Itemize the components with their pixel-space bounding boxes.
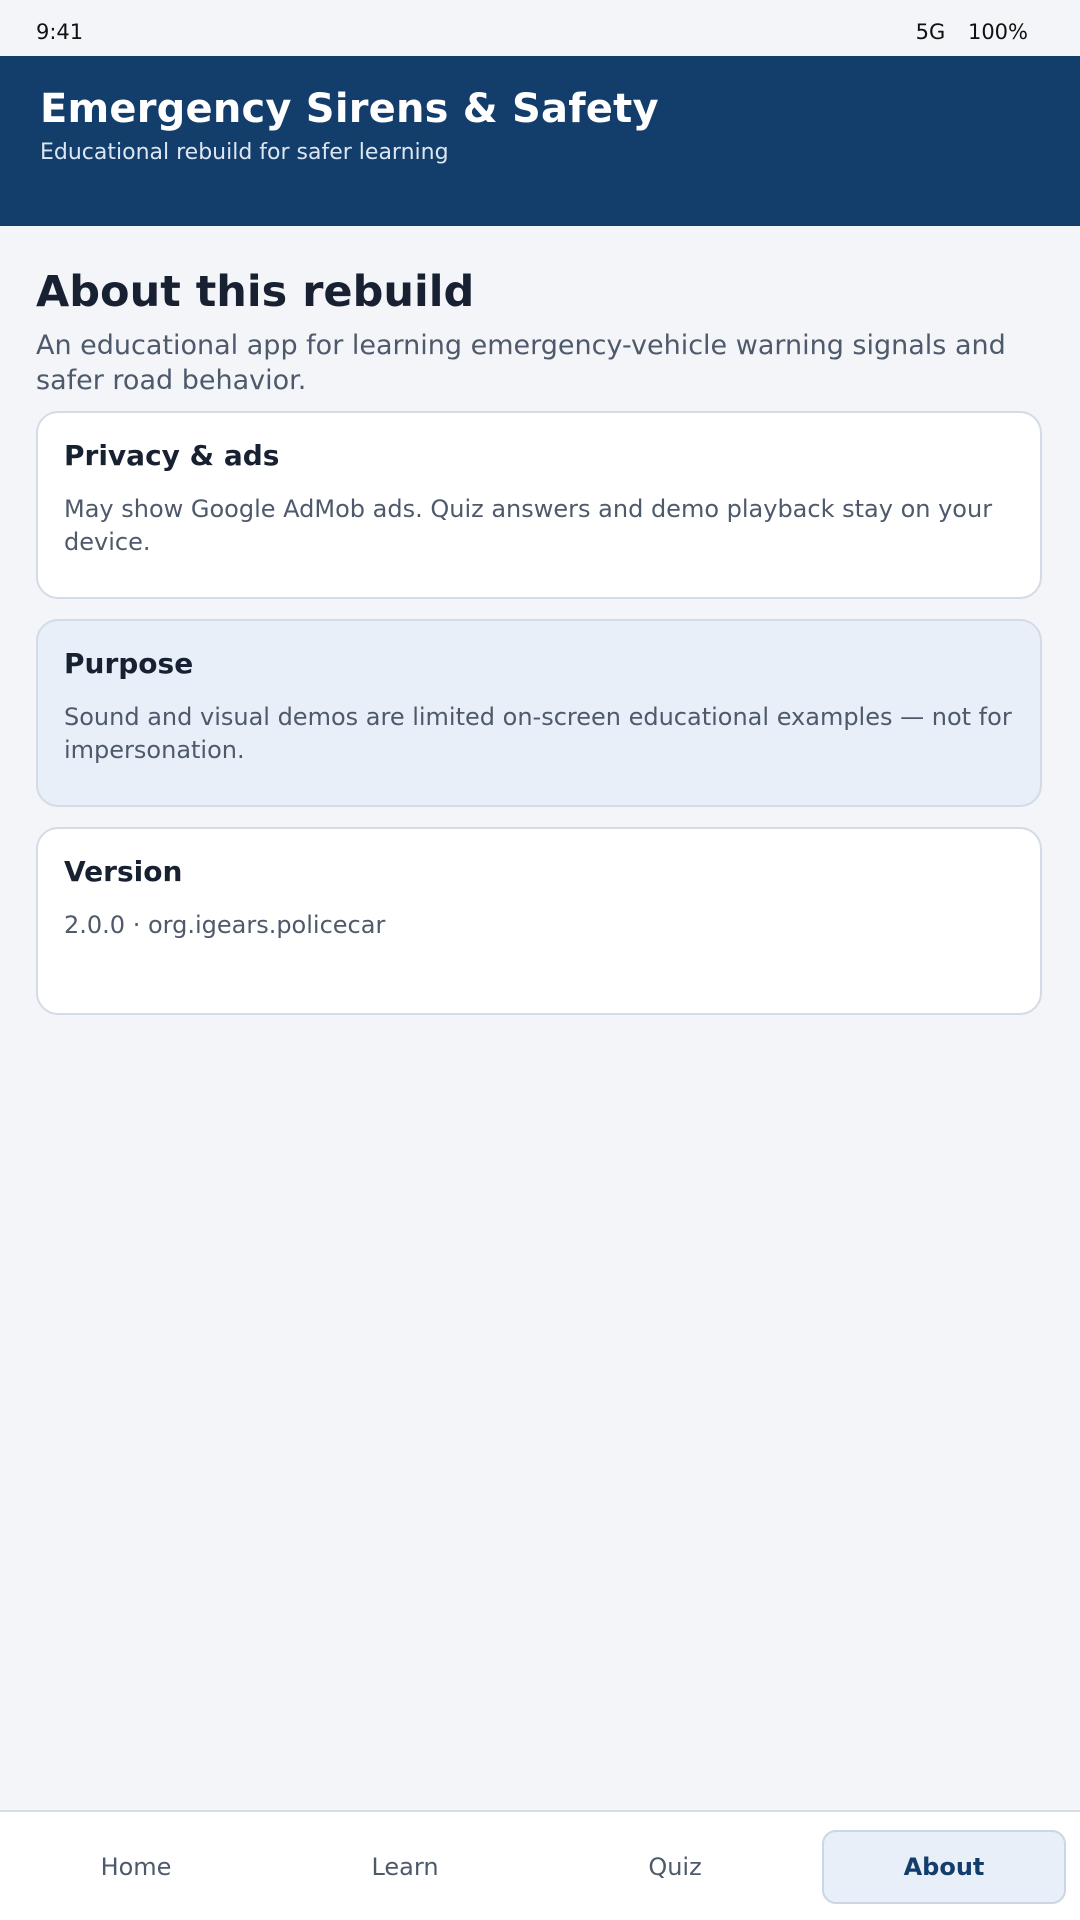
about-content: About this rebuild An educational app fo…	[36, 266, 1044, 398]
status-bar: 9:41 5G 100%	[0, 0, 1080, 56]
privacy-card: Privacy & ads May show Google AdMob ads.…	[36, 411, 1042, 599]
nav-about-tab[interactable]: About	[822, 1830, 1066, 1904]
purpose-card: Purpose Sound and visual demos are limit…	[36, 619, 1042, 807]
card-body: 2.0.0 · org.igears.policecar	[64, 911, 386, 939]
nav-learn-tab[interactable]: Learn	[283, 1830, 527, 1904]
card-title: Purpose	[64, 647, 194, 680]
battery-indicator: 100%	[967, 20, 1028, 44]
card-title: Privacy & ads	[64, 439, 280, 472]
app-title: Emergency Sirens & Safety	[40, 86, 659, 132]
app-header: Emergency Sirens & Safety Educational re…	[0, 56, 1080, 226]
status-indicators: 5G 100%	[916, 20, 1028, 44]
status-time: 9:41	[36, 20, 84, 44]
card-body: Sound and visual demos are limited on-sc…	[64, 703, 1012, 764]
page-intro: An educational app for learning emergenc…	[36, 330, 1006, 396]
bottom-navigation: Home Learn Quiz About	[0, 1810, 1080, 1920]
network-indicator: 5G	[915, 20, 946, 44]
nav-quiz-tab[interactable]: Quiz	[553, 1830, 797, 1904]
card-title: Version	[64, 855, 183, 888]
card-body: May show Google AdMob ads. Quiz answers …	[64, 495, 993, 556]
page-title: About this rebuild	[36, 267, 475, 317]
app-subtitle: Educational rebuild for safer learning	[40, 140, 449, 165]
nav-home-tab[interactable]: Home	[14, 1830, 258, 1904]
version-card: Version 2.0.0 · org.igears.policecar	[36, 827, 1042, 1015]
